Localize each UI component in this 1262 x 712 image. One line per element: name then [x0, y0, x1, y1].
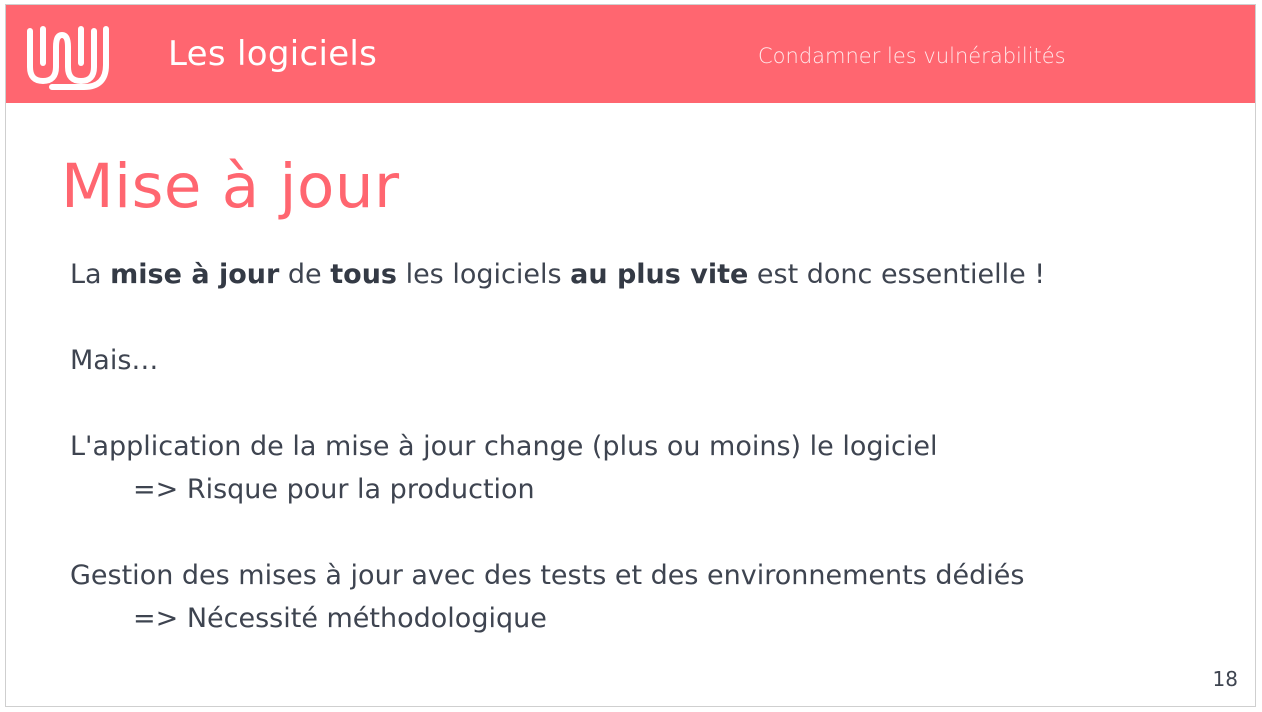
point-1-consequence: => Risque pour la production: [133, 474, 535, 505]
point-2-consequence: => Nécessité méthodologique: [133, 603, 547, 634]
point-1-text: L'application de la mise à jour change (…: [70, 431, 938, 462]
slide-body: La mise à jour de tous les logiciels au …: [70, 253, 1190, 640]
intro-bold-3: au plus vite: [570, 259, 749, 290]
intro-text-2: de: [279, 259, 331, 290]
intro-text-3: les logiciels: [396, 259, 571, 290]
intro-text-4: est donc essentielle !: [748, 259, 1046, 290]
intro-bold-1: mise à jour: [110, 259, 280, 290]
mais-line: Mais…: [70, 345, 159, 376]
intro-text-1: La: [70, 259, 111, 290]
point-2-text: Gestion des mises à jour avec des tests …: [70, 560, 1025, 591]
intro-bold-2: tous: [330, 259, 397, 290]
slide: Les logiciels Condamner les vulnérabilit…: [5, 4, 1256, 707]
page-number: 18: [1212, 667, 1238, 691]
header-subtitle: Condamner les vulnérabilités: [758, 44, 1066, 68]
wave-logo-icon: [27, 26, 109, 90]
intro-paragraph: La mise à jour de tous les logiciels au …: [70, 253, 1190, 296]
slide-title: Mise à jour: [61, 151, 400, 222]
slide-header: Les logiciels Condamner les vulnérabilit…: [6, 5, 1255, 103]
section-title: Les logiciels: [168, 34, 378, 74]
